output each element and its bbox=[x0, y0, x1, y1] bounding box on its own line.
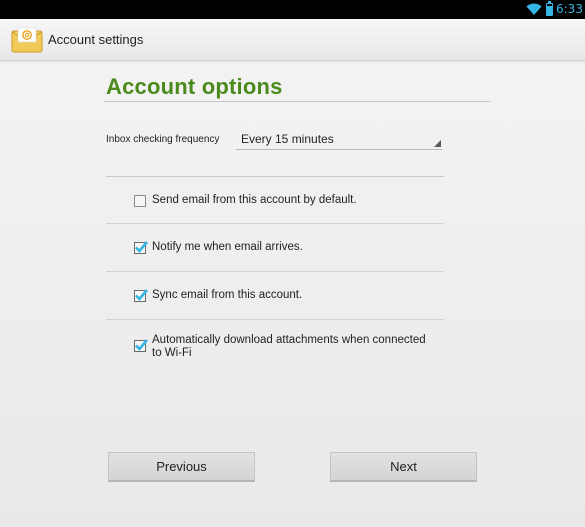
option-default-account[interactable]: Send email from this account by default. bbox=[106, 177, 444, 224]
checkmark-icon bbox=[135, 339, 148, 351]
section-title: Account options bbox=[106, 74, 283, 99]
option-auto-download[interactable]: Automatically download attachments when … bbox=[106, 320, 444, 374]
action-bar: Account settings bbox=[0, 19, 585, 61]
auto-download-checkbox[interactable] bbox=[134, 339, 148, 352]
frequency-value: Every 15 minutes bbox=[241, 132, 334, 146]
dropdown-triangle-icon bbox=[434, 140, 441, 147]
checkmark-icon bbox=[135, 241, 148, 253]
default-account-checkbox[interactable] bbox=[134, 195, 146, 207]
battery-icon bbox=[546, 1, 553, 16]
option-notify[interactable]: Notify me when email arrives. bbox=[106, 224, 444, 272]
option-sync[interactable]: Sync email from this account. bbox=[106, 272, 444, 320]
screen: 6:33 Account settings Account options In… bbox=[0, 0, 585, 527]
checkmark-icon bbox=[135, 289, 148, 301]
next-button[interactable]: Next bbox=[330, 452, 477, 482]
sync-checkbox[interactable] bbox=[134, 289, 148, 302]
option-label: Sync email from this account. bbox=[152, 289, 303, 301]
option-label-line1: Automatically download attachments when … bbox=[152, 334, 426, 346]
frequency-spinner[interactable]: Every 15 minutes bbox=[236, 128, 442, 150]
action-bar-title: Account settings bbox=[48, 32, 144, 47]
email-app-icon[interactable] bbox=[11, 27, 43, 53]
wifi-icon bbox=[526, 3, 542, 15]
notify-checkbox[interactable] bbox=[134, 241, 148, 254]
frequency-label: Inbox checking frequency bbox=[106, 134, 220, 145]
status-time: 6:33 bbox=[556, 2, 583, 16]
option-label-line2: to Wi-Fi bbox=[152, 347, 192, 359]
section-divider bbox=[104, 101, 491, 102]
option-label: Notify me when email arrives. bbox=[152, 241, 303, 253]
previous-button[interactable]: Previous bbox=[108, 452, 255, 482]
status-bar: 6:33 bbox=[0, 0, 585, 19]
option-label: Send email from this account by default. bbox=[152, 194, 357, 206]
